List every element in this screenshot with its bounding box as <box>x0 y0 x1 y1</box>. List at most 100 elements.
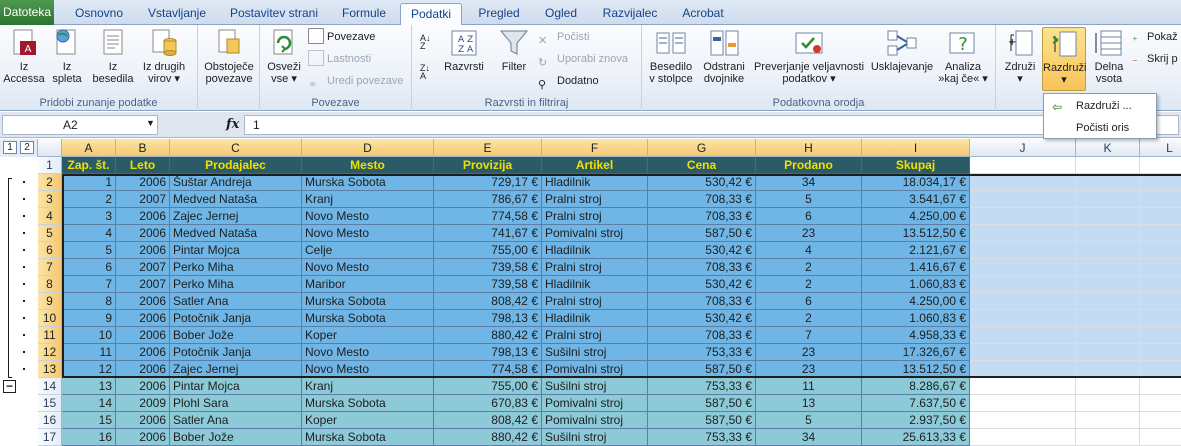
table-cell[interactable]: 4 <box>62 225 116 242</box>
row-header[interactable]: 7 <box>38 259 62 276</box>
row-header[interactable]: 4 <box>38 208 62 225</box>
existing-connections-button[interactable]: Obstoječe povezave <box>201 27 257 85</box>
table-cell[interactable]: 753,33 € <box>648 344 756 361</box>
data-validation-button[interactable]: Preverjanje veljavnosti podatkov ▾ <box>750 27 868 85</box>
empty-cell[interactable] <box>970 174 1076 191</box>
empty-cell[interactable] <box>1140 276 1181 293</box>
table-cell[interactable]: 2007 <box>116 259 170 276</box>
empty-cell[interactable] <box>1076 395 1140 412</box>
table-cell[interactable]: Pomivalni stroj <box>542 395 648 412</box>
empty-cell[interactable] <box>1076 242 1140 259</box>
empty-cell[interactable] <box>1140 310 1181 327</box>
column-header-k[interactable]: K <box>1076 139 1140 157</box>
empty-cell[interactable] <box>1076 344 1140 361</box>
table-cell[interactable]: Murska Sobota <box>302 293 434 310</box>
empty-cell[interactable] <box>1140 395 1181 412</box>
table-cell[interactable]: 808,42 € <box>434 293 542 310</box>
empty-cell[interactable] <box>1140 174 1181 191</box>
table-cell[interactable]: 4.250,00 € <box>862 293 970 310</box>
table-cell[interactable]: 13.512,50 € <box>862 225 970 242</box>
table-cell[interactable]: 587,50 € <box>648 225 756 242</box>
table-cell[interactable]: 739,58 € <box>434 276 542 293</box>
row-header[interactable]: 11 <box>38 327 62 344</box>
row-header[interactable]: 8 <box>38 276 62 293</box>
group-button[interactable]: + Združi ▾ <box>1000 27 1040 85</box>
empty-cell[interactable] <box>970 225 1076 242</box>
connections-button[interactable]: Povezave <box>308 28 375 46</box>
table-cell[interactable]: 2006 <box>116 225 170 242</box>
table-cell[interactable]: 7.637,50 € <box>862 395 970 412</box>
table-cell[interactable]: 6 <box>756 293 862 310</box>
select-all-corner[interactable] <box>38 139 62 157</box>
table-cell[interactable]: Bober Jože <box>170 429 302 446</box>
table-cell[interactable]: 587,50 € <box>648 412 756 429</box>
table-cell[interactable]: Zajec Jernej <box>170 208 302 225</box>
empty-cell[interactable] <box>1140 412 1181 429</box>
table-cell[interactable]: 2 <box>756 259 862 276</box>
table-cell[interactable]: Šuštar Andreja <box>170 174 302 191</box>
table-cell[interactable]: 753,33 € <box>648 378 756 395</box>
table-cell[interactable]: 2.937,50 € <box>862 412 970 429</box>
row-header[interactable]: 14 <box>38 378 62 395</box>
table-cell[interactable]: Koper <box>302 412 434 429</box>
remove-duplicates-button[interactable]: Odstrani dvojnike <box>700 27 748 85</box>
row-header[interactable]: 13 <box>38 361 62 378</box>
table-cell[interactable]: 15 <box>62 412 116 429</box>
table-cell[interactable]: 12 <box>62 361 116 378</box>
table-cell[interactable]: 798,13 € <box>434 344 542 361</box>
table-cell[interactable]: 5 <box>756 412 862 429</box>
table-cell[interactable]: 530,42 € <box>648 276 756 293</box>
table-cell[interactable]: 7 <box>756 327 862 344</box>
table-cell[interactable]: Medved Nataša <box>170 191 302 208</box>
table-cell[interactable]: 708,33 € <box>648 259 756 276</box>
table-cell[interactable]: 2006 <box>116 344 170 361</box>
row-header[interactable]: 12 <box>38 344 62 361</box>
empty-cell[interactable] <box>1140 225 1181 242</box>
table-cell[interactable]: Murska Sobota <box>302 174 434 191</box>
table-cell[interactable]: Hladilnik <box>542 174 648 191</box>
table-cell[interactable]: 4.958,33 € <box>862 327 970 344</box>
empty-cell[interactable] <box>970 157 1076 174</box>
table-cell[interactable]: 798,13 € <box>434 310 542 327</box>
outline-level-2-button[interactable]: 2 <box>20 141 34 154</box>
table-cell[interactable]: 880,42 € <box>434 429 542 446</box>
table-cell[interactable]: Pintar Mojca <box>170 378 302 395</box>
table-cell[interactable]: 708,33 € <box>648 293 756 310</box>
empty-cell[interactable] <box>1076 276 1140 293</box>
table-cell[interactable]: 670,83 € <box>434 395 542 412</box>
table-cell[interactable]: 774,58 € <box>434 361 542 378</box>
row-header[interactable]: 3 <box>38 191 62 208</box>
column-header-i[interactable]: I <box>862 139 970 157</box>
table-cell[interactable]: Bober Jože <box>170 327 302 344</box>
table-cell[interactable]: Pomivalni stroj <box>542 225 648 242</box>
column-header-e[interactable]: E <box>434 139 542 157</box>
table-cell[interactable]: 7 <box>62 276 116 293</box>
outline-level-1-button[interactable]: 1 <box>3 141 17 154</box>
table-cell[interactable]: 16 <box>62 429 116 446</box>
tab-acrobat[interactable]: Acrobat <box>674 3 732 25</box>
row-header[interactable]: 2 <box>38 174 62 191</box>
empty-cell[interactable] <box>1076 327 1140 344</box>
from-access-button[interactable]: A Iz Accessa <box>3 27 45 85</box>
empty-cell[interactable] <box>1076 429 1140 446</box>
table-cell[interactable]: 23 <box>756 361 862 378</box>
empty-cell[interactable] <box>1076 412 1140 429</box>
empty-cell[interactable] <box>1076 310 1140 327</box>
column-header-g[interactable]: G <box>648 139 756 157</box>
table-cell[interactable]: 34 <box>756 429 862 446</box>
table-cell[interactable]: 23 <box>756 344 862 361</box>
column-header-j[interactable]: J <box>970 139 1076 157</box>
edit-links-button[interactable]: ⚭ Uredi povezave <box>308 72 403 91</box>
consolidate-button[interactable]: Usklajevanje <box>870 27 934 73</box>
header-cell[interactable]: Mesto <box>302 157 434 174</box>
table-cell[interactable]: Potočnik Janja <box>170 344 302 361</box>
table-cell[interactable]: Sušilni stroj <box>542 344 648 361</box>
table-cell[interactable]: Sušilni stroj <box>542 429 648 446</box>
header-cell[interactable]: Zap. št. <box>62 157 116 174</box>
table-cell[interactable]: Hladilnik <box>542 310 648 327</box>
table-cell[interactable]: 25.613,33 € <box>862 429 970 446</box>
tab-formulas[interactable]: Formule <box>334 3 394 25</box>
empty-cell[interactable] <box>1076 225 1140 242</box>
table-cell[interactable]: Perko Miha <box>170 276 302 293</box>
empty-cell[interactable] <box>1076 293 1140 310</box>
